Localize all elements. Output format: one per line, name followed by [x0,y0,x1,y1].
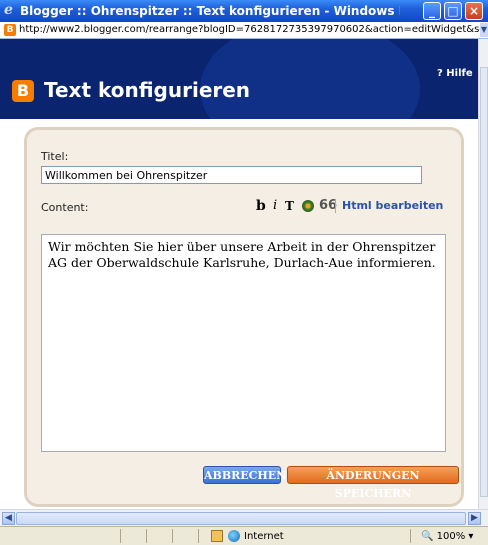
title-input[interactable] [41,166,422,184]
content-editor[interactable]: Wir möchten Sie hier über unsere Arbeit … [41,234,446,452]
scroll-right-icon[interactable]: ▶ [468,512,481,525]
window-title: Blogger :: Ohrenspitzer :: Text konfigur… [20,4,400,18]
toolbar-divider [335,199,336,213]
html-edit-link[interactable]: Html bearbeiten [342,198,443,214]
minimize-icon: _ [429,4,435,18]
blogger-logo: B [12,80,34,102]
security-zone: Internet [244,531,284,542]
vertical-scrollbar[interactable] [478,39,488,509]
bold-button[interactable]: b [256,198,266,214]
ie-logo-icon: e [4,2,13,18]
address-bar[interactable]: B http://www2.blogger.com/rearrange?blog… [0,22,488,39]
maximize-button[interactable]: □ [444,2,462,20]
horizontal-scrollbar[interactable]: ◀ ▶ [0,509,488,526]
maximize-icon: □ [447,4,459,18]
chevron-down-icon[interactable]: ▼ [480,23,488,37]
minimize-button[interactable]: _ [423,2,441,20]
italic-button[interactable]: i [273,198,277,214]
close-icon: × [468,4,480,18]
status-bar: Internet 🔍 100% ▾ [0,526,488,545]
scroll-left-icon[interactable]: ◀ [2,512,15,525]
status-divider [172,529,173,543]
color-picker-icon[interactable] [302,200,314,212]
font-button[interactable]: T [285,198,294,214]
status-divider [120,529,121,543]
close-button[interactable]: × [465,2,483,20]
zoom-value: 100% [436,531,466,542]
blogger-favicon: B [4,24,16,36]
window-titlebar: e Blogger :: Ohrenspitzer :: Text konfig… [0,0,488,22]
horizontal-scroll-thumb[interactable] [16,512,466,525]
title-label: Titel: [41,150,69,163]
content-label: Content: [41,201,89,214]
status-divider [198,529,199,543]
vertical-scroll-thumb[interactable] [480,67,488,497]
config-panel: Titel: Content: b i T 66 Html bearbeiten… [24,127,464,507]
save-changes-button[interactable]: ÄNDERUNGEN SPEICHERN [287,466,459,500]
cancel-button[interactable]: ABBRECHEN [203,466,286,484]
globe-icon [228,530,240,542]
page-header: B Text konfigurieren ? Hilfe [0,39,478,119]
status-divider [410,529,411,543]
protected-mode-icon [211,530,223,542]
zoom-level[interactable]: 🔍 100% ▾ [421,531,473,542]
url-text[interactable]: http://www2.blogger.com/rearrange?blogID… [19,24,481,35]
page-title: Text konfigurieren [44,78,251,102]
help-link[interactable]: ? Hilfe [437,68,473,79]
content-area: Titel: Content: b i T 66 Html bearbeiten… [0,119,478,509]
status-divider [146,529,147,543]
